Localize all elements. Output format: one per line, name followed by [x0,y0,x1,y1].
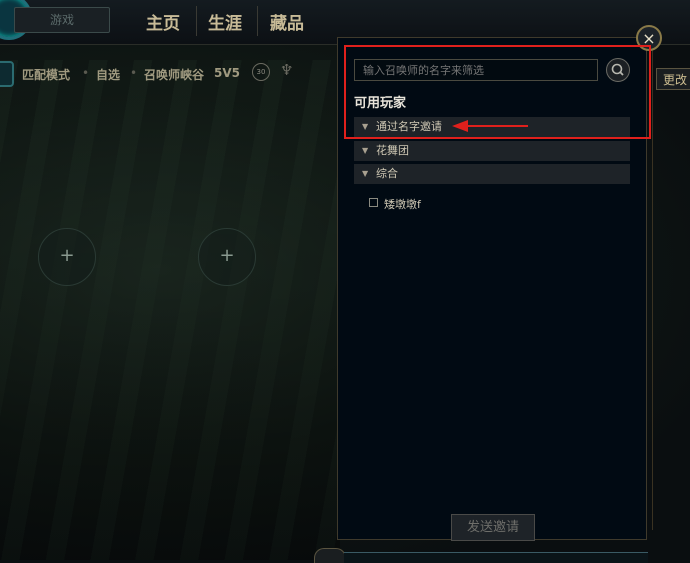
change-mode-button[interactable]: 更改 [656,68,690,90]
level-badge: 30 [252,63,270,81]
mode-label: 匹配模式 [22,68,71,82]
caret-down-icon: ▼ [362,146,369,155]
forest-backdrop [0,60,340,560]
separator-dot: • [82,66,90,80]
queue-icon [0,61,14,87]
nav-profile[interactable]: 生涯 [208,9,242,34]
separator-dot: • [130,66,138,80]
nav-collection[interactable]: 藏品 [270,9,304,34]
team-size-label: 5V5 [214,66,240,80]
group-label: 综合 [376,167,398,180]
invite-slot-button[interactable]: + [198,228,256,286]
nav-divider [196,6,197,36]
map-label: 召唤师峡谷 [144,68,205,82]
invite-slot-button[interactable]: + [38,228,96,286]
annotation-arrow-icon [452,120,528,132]
friend-name[interactable]: 矮墩墩f [384,196,421,212]
group-label: 花舞团 [376,144,409,157]
bottom-ornament [314,548,346,563]
game-mode-bar: 匹配模式 • 自选 • 召唤师峡谷 5V5 30 ♆ [0,58,340,88]
rank-wing-icon: ♆ [280,61,294,79]
send-invite-button[interactable]: 发送邀请 [451,514,535,541]
group-club[interactable]: ▼ 花舞团 [354,141,630,161]
panel-frame-border [652,50,653,530]
group-general[interactable]: ▼ 综合 [354,164,630,184]
caret-down-icon: ▼ [362,169,369,178]
bottom-frame [344,552,648,563]
pick-type-label: 自选 [96,68,121,82]
friend-select-checkbox[interactable] [369,198,378,207]
play-button[interactable]: 游戏 [14,7,110,33]
nav-home[interactable]: 主页 [146,9,180,34]
nav-divider [257,6,258,36]
